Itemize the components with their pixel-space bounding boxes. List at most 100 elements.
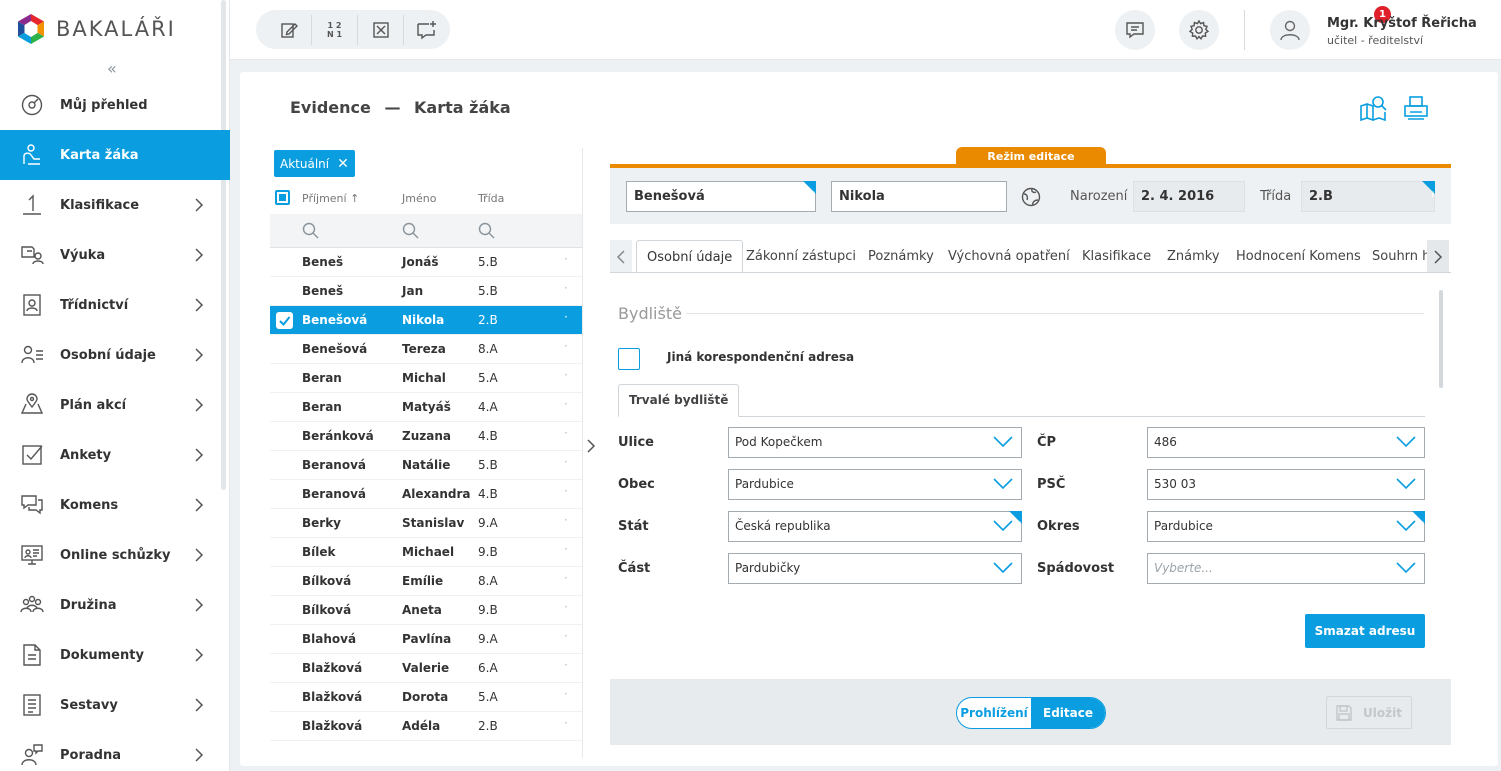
globe-icon[interactable] (1020, 186, 1042, 208)
catchment-select[interactable]: Vyberte... (1147, 553, 1425, 584)
tab-1[interactable]: Zákonní zástupci (736, 240, 866, 272)
country-select[interactable]: Česká republika (728, 511, 1022, 542)
delete-address-button[interactable]: Smazat adresu (1305, 614, 1425, 648)
sidebar-item-karta-zaka[interactable]: Karta žáka (0, 130, 230, 180)
breadcrumb-section[interactable]: Evidence (290, 98, 371, 117)
city-part-select[interactable]: Pardubičky (728, 553, 1022, 584)
row-menu-icon[interactable]: · (564, 455, 568, 469)
map-search-button[interactable] (1359, 94, 1387, 122)
table-row[interactable]: Blažková Valerie 6.A · (270, 654, 582, 683)
absence-button[interactable] (358, 14, 404, 45)
sidebar-item-dokumenty[interactable]: Dokumenty (0, 630, 222, 680)
form-scrollbar[interactable] (1439, 290, 1443, 388)
sidebar-item-online-schuzky[interactable]: Online schůzky (0, 530, 222, 580)
sidebar-item-druzina[interactable]: Družina (0, 580, 222, 630)
row-menu-icon[interactable]: · (564, 600, 568, 614)
sidebar-item-poradna[interactable]: Poradna (0, 730, 222, 771)
settings-button[interactable] (1179, 10, 1219, 50)
tabs-scroll-left[interactable] (610, 240, 632, 272)
chevron-right-icon[interactable] (585, 437, 597, 455)
sidebar-item-plan-akci[interactable]: Plán akcí (0, 380, 222, 430)
row-menu-icon[interactable]: · (564, 252, 568, 266)
sidebar-item-tridnictvi[interactable]: Třídnictví (0, 280, 222, 330)
row-menu-icon[interactable]: · (564, 397, 568, 411)
column-header-class[interactable]: Třída (478, 192, 504, 205)
district-select[interactable]: Pardubice (1147, 511, 1425, 542)
street-select[interactable]: Pod Kopečkem (728, 427, 1022, 458)
tab-0[interactable]: Osobní údaje (636, 240, 744, 272)
row-menu-icon[interactable]: · (564, 687, 568, 701)
table-row[interactable]: Blahová Pavlína 9.A · (270, 625, 582, 654)
user-avatar[interactable] (1270, 10, 1310, 50)
table-row[interactable]: Beneš Jonáš 5.B · (270, 248, 582, 277)
sidebar-item-vyuka[interactable]: Výuka (0, 230, 222, 280)
info-corner-icon[interactable] (1009, 511, 1022, 540)
row-checkbox[interactable] (276, 312, 293, 329)
table-row[interactable]: Blažková Dorota 5.A · (270, 683, 582, 712)
table-row[interactable]: Beranová Alexandra 4.B · (270, 480, 582, 509)
info-corner-icon[interactable] (1412, 511, 1425, 540)
messages-button[interactable] (1115, 10, 1155, 50)
table-row[interactable]: Beneš Jan 5.B · (270, 277, 582, 306)
collapse-sidebar-icon[interactable]: « (107, 60, 125, 78)
user-name[interactable]: Mgr. Kryštof Řeřicha (1327, 16, 1477, 31)
sidebar-item-ankety[interactable]: Ankety (0, 430, 222, 480)
tab-permanent-address[interactable]: Trvalé bydliště (618, 384, 740, 417)
search-firstname-icon[interactable] (402, 222, 419, 239)
row-menu-icon[interactable]: · (564, 368, 568, 382)
row-menu-icon[interactable]: · (564, 484, 568, 498)
tab-5[interactable]: Známky (1157, 240, 1230, 272)
tab-3[interactable]: Výchovná opatření (938, 240, 1080, 272)
row-menu-icon[interactable]: · (564, 426, 568, 440)
sidebar-item-komens[interactable]: Komens (0, 480, 222, 530)
row-menu-icon[interactable]: · (564, 629, 568, 643)
row-menu-icon[interactable]: · (564, 281, 568, 295)
info-corner-icon[interactable] (1422, 181, 1435, 210)
row-menu-icon[interactable]: · (564, 310, 568, 324)
filter-chip-current[interactable]: Aktuální ✕ (274, 150, 355, 177)
row-menu-icon[interactable]: · (564, 339, 568, 353)
row-menu-icon[interactable]: · (564, 513, 568, 527)
table-row[interactable]: Benešová Tereza 8.A · (270, 335, 582, 364)
info-corner-icon[interactable] (803, 181, 816, 210)
table-row[interactable]: Blažková Adéla 2.B · (270, 712, 582, 741)
firstname-field[interactable]: Nikola (831, 181, 1007, 212)
alt-address-checkbox[interactable] (618, 348, 640, 370)
print-button[interactable] (1402, 94, 1430, 122)
view-mode-button[interactable]: Prohlížení (957, 698, 1031, 728)
table-row[interactable]: Beránková Zuzana 4.B · (270, 422, 582, 451)
column-header-firstname[interactable]: Jméno (402, 192, 436, 205)
search-class-icon[interactable] (478, 222, 495, 239)
table-row[interactable]: Benešová Nikola 2.B · (270, 306, 582, 335)
tabs-scroll-right[interactable] (1427, 240, 1449, 272)
logo[interactable]: BAKALÁŘI (16, 13, 176, 45)
sidebar-item-klasifikace[interactable]: Klasifikace (0, 180, 222, 230)
zip-select[interactable]: 530 03 (1147, 469, 1425, 500)
house-number-select[interactable]: 486 (1147, 427, 1425, 458)
close-icon[interactable]: ✕ (337, 157, 349, 171)
alt-address-label[interactable]: Jiná korespondenční adresa (667, 350, 854, 364)
table-row[interactable]: Beran Michal 5.A · (270, 364, 582, 393)
grade-fraction-button[interactable]: 1 2 N 1 (312, 14, 358, 45)
table-row[interactable]: Bílková Emílie 8.A · (270, 567, 582, 596)
table-row[interactable]: Beranová Natálie 5.B · (270, 451, 582, 480)
table-row[interactable]: Berky Stanislav 9.A · (270, 509, 582, 538)
city-select[interactable]: Pardubice (728, 469, 1022, 500)
sidebar-item-osobni-udaje[interactable]: Osobní údaje (0, 330, 222, 380)
row-menu-icon[interactable]: · (564, 542, 568, 556)
tab-2[interactable]: Poznámky (858, 240, 944, 272)
row-menu-icon[interactable]: · (564, 571, 568, 585)
select-all-checkbox[interactable] (275, 190, 290, 205)
table-row[interactable]: Bílek Michael 9.B · (270, 538, 582, 567)
edit-note-button[interactable] (266, 14, 312, 45)
tab-6[interactable]: Hodnocení Komens (1226, 240, 1371, 272)
column-header-surname[interactable]: Příjmení ↑ (302, 192, 359, 205)
table-row[interactable]: Bílková Aneta 9.B · (270, 596, 582, 625)
sidebar-item-sestavy[interactable]: Sestavy (0, 680, 222, 730)
table-row[interactable]: Beran Matyáš 4.A · (270, 393, 582, 422)
tab-4[interactable]: Klasifikace (1072, 240, 1161, 272)
new-message-button[interactable] (404, 15, 450, 45)
search-surname-icon[interactable] (302, 222, 319, 239)
row-menu-icon[interactable]: · (564, 716, 568, 730)
surname-field[interactable]: Benešová (626, 181, 816, 212)
